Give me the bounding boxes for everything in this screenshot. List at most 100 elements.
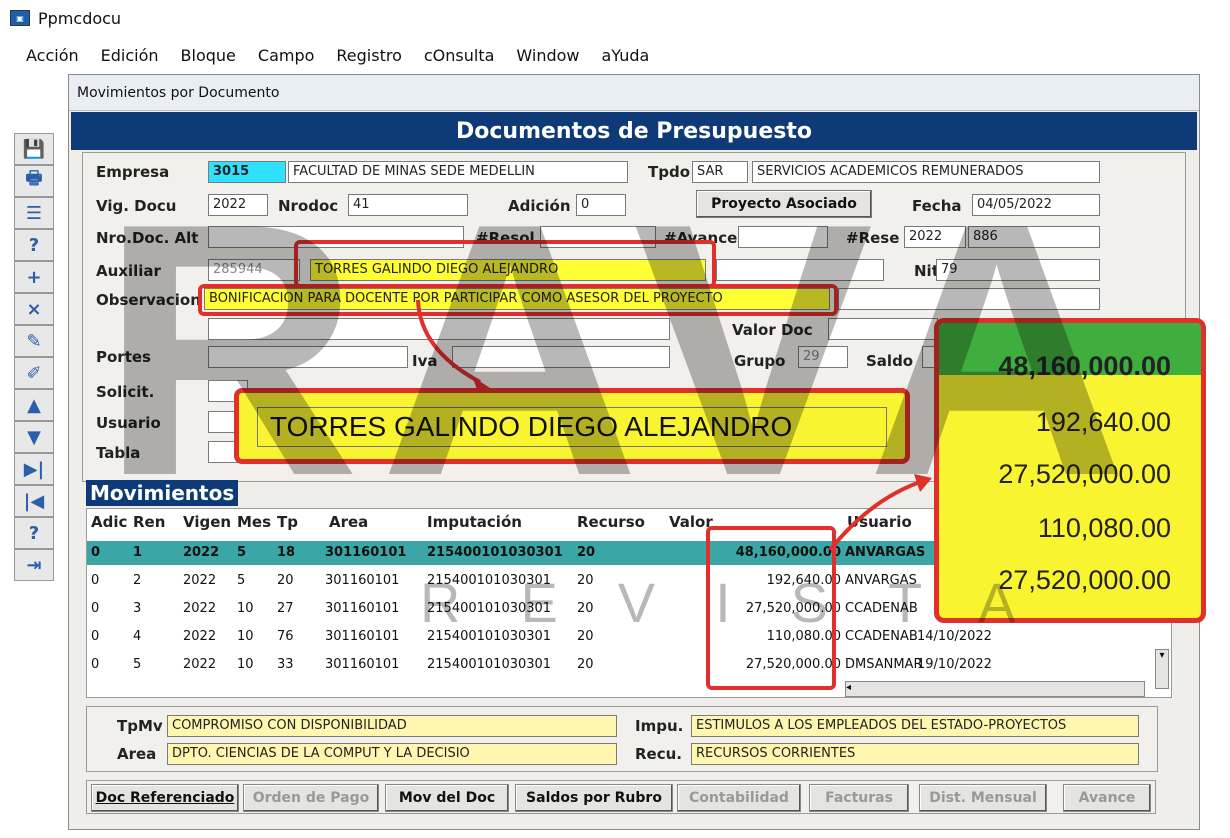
adicion-field[interactable]: 0 <box>576 194 626 216</box>
table-row[interactable]: 0 4 2022 10 76 301160101 215400101030301… <box>87 625 1163 649</box>
rese-num-field[interactable]: 886 <box>968 226 1100 248</box>
rese-year-field[interactable]: 2022 <box>904 226 966 248</box>
col-ren: Ren <box>133 513 166 531</box>
grupo-field[interactable]: 29 <box>798 346 848 368</box>
cell-imputacion: 215400101030301 <box>427 629 552 644</box>
detail-panel: TpMv COMPROMISO CON DISPONIBILIDAD Area … <box>86 706 1158 772</box>
edit-icon[interactable]: ✎ <box>14 325 54 357</box>
menu-campo[interactable]: Campo <box>254 46 319 65</box>
menu-consulta[interactable]: cOnsulta <box>420 46 499 65</box>
cell-tp: 20 <box>277 573 294 588</box>
exit-icon[interactable]: ⇥ <box>14 549 54 581</box>
tpdo-name-field[interactable]: SERVICIOS ACADEMICOS REMUNERADOS <box>752 161 1100 183</box>
edit-alt-icon[interactable]: ✐ <box>14 357 54 389</box>
saldos-por-rubro-button[interactable]: Saldos por Rubro <box>515 784 673 812</box>
avance-button[interactable]: Avance <box>1063 784 1151 812</box>
cell-adic: 0 <box>91 601 100 616</box>
dist-mensual-button[interactable]: Dist. Mensual <box>919 784 1047 812</box>
vig-docu-field[interactable]: 2022 <box>208 194 268 216</box>
empresa-label: Empresa <box>96 163 170 181</box>
cell-usuario: CCADENAB <box>845 601 918 616</box>
tpmv-field[interactable]: COMPROMISO CON DISPONIBILIDAD <box>167 715 617 737</box>
doc-referenciado-button[interactable]: Doc Referenciado <box>91 784 239 812</box>
contabilidad-button[interactable]: Contabilidad <box>677 784 801 812</box>
query-icon[interactable]: ? <box>14 229 54 261</box>
help-icon[interactable]: ? <box>14 517 54 549</box>
vertical-scrollbar[interactable]: ▾ <box>1155 649 1169 689</box>
mov-del-doc-button[interactable]: Mov del Doc <box>385 784 509 812</box>
cell-usuario: ANVARGAS <box>845 573 917 588</box>
cell-area: 301160101 <box>325 545 407 560</box>
print-icon[interactable]: 🖶 <box>14 165 54 197</box>
table-row[interactable]: 0 5 2022 10 33 301160101 215400101030301… <box>87 653 1163 677</box>
cell-ren: 5 <box>133 657 142 672</box>
auxiliar-label: Auxiliar <box>96 262 161 280</box>
list-icon[interactable]: ☰ <box>14 197 54 229</box>
orden-de-pago-button[interactable]: Orden de Pago <box>243 784 379 812</box>
cell-recurso: 20 <box>577 573 594 588</box>
cell-usuario: DMSANMAR <box>845 657 923 672</box>
portes-field[interactable] <box>208 346 408 368</box>
highlight-box-valor <box>706 526 836 690</box>
auxiliar-code-field[interactable]: 285944 <box>208 259 300 281</box>
col-mes: Mes <box>237 513 272 531</box>
next-icon[interactable]: ▼ <box>14 421 54 453</box>
previous-icon[interactable]: ▲ <box>14 389 54 421</box>
area-label: Area <box>117 745 157 763</box>
movimientos-title: Movimientos <box>86 480 239 506</box>
cell-tp: 18 <box>277 545 296 560</box>
cell-fecha: 14/10/2022 <box>917 629 992 644</box>
app-title: Ppmcdocu <box>38 9 122 28</box>
menu-bloque[interactable]: Bloque <box>177 46 240 65</box>
empresa-name-field[interactable]: FACULTAD DE MINAS SEDE MEDELLIN <box>288 161 628 183</box>
cell-mes: 5 <box>237 545 247 560</box>
nit-field[interactable]: 79 <box>936 259 1100 281</box>
nrodoc-field[interactable]: 41 <box>348 194 468 216</box>
tabla-label: Tabla <box>96 444 141 462</box>
empresa-code-field[interactable]: 3015 <box>208 161 286 183</box>
portes-label: Portes <box>96 348 151 366</box>
area-field[interactable]: DPTO. CIENCIAS DE LA COMPUT Y LA DECISIO <box>167 743 617 765</box>
last-icon[interactable]: ▶| <box>14 453 54 485</box>
cell-tp: 76 <box>277 629 294 644</box>
tpdo-code-field[interactable]: SAR <box>692 161 748 183</box>
save-icon[interactable]: 💾 <box>14 133 54 165</box>
col-vigen: Vigen <box>183 513 232 531</box>
menu-ayuda[interactable]: aYuda <box>598 46 654 65</box>
fecha-field[interactable]: 04/05/2022 <box>972 194 1100 216</box>
left-toolbar: 💾 🖶 ☰ ? + × ✎ ✐ ▲ ▼ ▶| |◀ ? ⇥ <box>14 133 64 581</box>
proyecto-asociado-button[interactable]: Proyecto Asociado <box>696 190 872 218</box>
recu-field[interactable]: RECURSOS CORRIENTES <box>691 743 1139 765</box>
cell-area: 301160101 <box>325 601 400 616</box>
cell-adic: 0 <box>91 657 100 672</box>
menu-window[interactable]: Window <box>512 46 583 65</box>
auxiliar-extra-field[interactable] <box>716 259 884 281</box>
cell-mes: 5 <box>237 573 246 588</box>
tpmv-label: TpMv <box>117 717 163 735</box>
horizontal-scrollbar[interactable]: ◂ <box>845 681 1145 697</box>
valor-doc-field[interactable] <box>828 318 938 340</box>
recu-label: Recu. <box>635 745 682 763</box>
insert-record-icon[interactable]: + <box>14 261 54 293</box>
first-icon[interactable]: |◀ <box>14 485 54 517</box>
avance-field[interactable] <box>738 226 828 248</box>
impu-field[interactable]: ESTIMULOS A LOS EMPLEADOS DEL ESTADO-PRO… <box>691 715 1139 737</box>
adicion-label: Adición <box>508 197 571 215</box>
highlight-box-auxiliar <box>294 240 716 288</box>
delete-record-icon[interactable]: × <box>14 293 54 325</box>
button-bar: Doc Referenciado Orden de Pago Mov del D… <box>86 780 1156 814</box>
facturas-button[interactable]: Facturas <box>809 784 909 812</box>
menu-registro[interactable]: Registro <box>332 46 405 65</box>
menu-bar: Acción Edición Bloque Campo Registro cOn… <box>22 46 653 65</box>
cell-recurso: 20 <box>577 545 596 560</box>
saldo-label: Saldo <box>866 352 914 370</box>
cell-adic: 0 <box>91 573 100 588</box>
cell-imputacion: 215400101030301 <box>427 657 552 672</box>
cell-ren: 4 <box>133 629 142 644</box>
cell-recurso: 20 <box>577 629 594 644</box>
menu-accion[interactable]: Acción <box>22 46 83 65</box>
grupo-label: Grupo <box>734 352 786 370</box>
valor-doc-label: Valor Doc <box>732 321 813 339</box>
menu-edicion[interactable]: Edición <box>97 46 163 65</box>
observacion-extra-field[interactable] <box>838 288 1100 310</box>
